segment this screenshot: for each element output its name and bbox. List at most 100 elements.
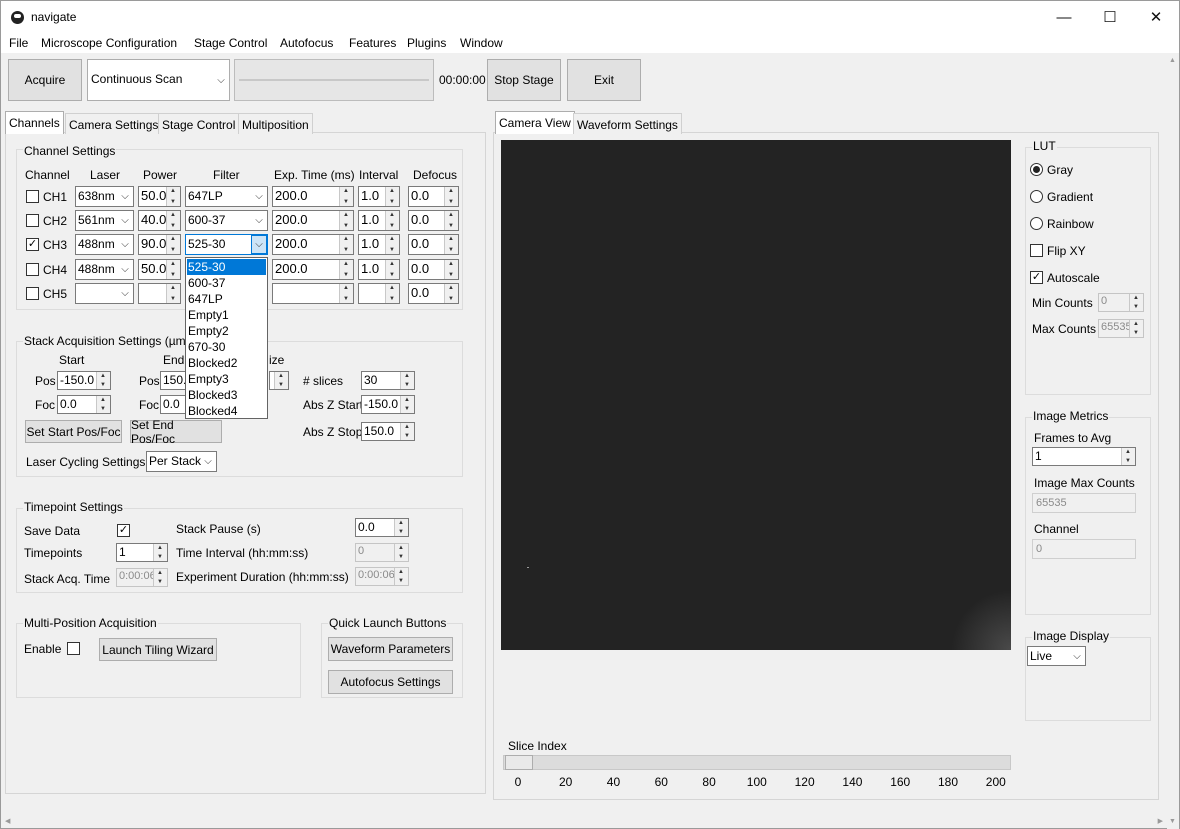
ch3-filter-select[interactable]: 525-30 ⌵ [185, 234, 268, 255]
save-data-checkbox[interactable]: ✓ [117, 524, 130, 537]
menu-autofocus[interactable]: Autofocus [280, 36, 333, 50]
ch2-defocus-spinbox[interactable]: 0.0 [408, 210, 459, 231]
ch2-filter-select[interactable]: 600-37 ⌵ [185, 210, 268, 231]
minimize-button[interactable]: — [1041, 1, 1087, 33]
ch2-laser-select[interactable]: 561nm ⌵ [75, 210, 134, 231]
ch3-interval-spinbox[interactable]: 1.0 [358, 234, 400, 255]
ch3-defocus-spinbox[interactable]: 0.0 [408, 234, 459, 255]
ch4-defocus-spinbox[interactable]: 0.0 [408, 259, 459, 280]
maximize-button[interactable]: ☐ [1087, 1, 1133, 33]
scroll-right-icon[interactable]: ▶ [1158, 817, 1163, 825]
waveform-parameters-button[interactable]: Waveform Parameters [328, 637, 453, 661]
filter-option[interactable]: Empty2 [187, 323, 266, 339]
spin-arrows-icon[interactable] [96, 396, 110, 413]
stack-pause-spinbox[interactable]: 0.0 [355, 518, 409, 537]
spin-arrows-icon[interactable] [96, 372, 110, 389]
filter-option[interactable]: 525-30 [187, 259, 266, 275]
spin-arrows-icon[interactable] [385, 235, 399, 254]
ch2-interval-spinbox[interactable]: 1.0 [358, 210, 400, 231]
spin-arrows-icon[interactable] [385, 211, 399, 230]
scroll-left-icon[interactable]: ◀ [5, 817, 10, 825]
spin-arrows-icon[interactable] [339, 260, 353, 279]
filter-option[interactable]: Blocked4 [187, 403, 266, 419]
spin-arrows-icon[interactable] [1121, 448, 1135, 465]
filter-option[interactable]: Blocked3 [187, 387, 266, 403]
lut-rainbow-radio[interactable] [1030, 217, 1043, 230]
stop-stage-button[interactable]: Stop Stage [487, 59, 561, 101]
menu-stage-control[interactable]: Stage Control [194, 36, 267, 50]
menu-features[interactable]: Features [349, 36, 396, 50]
enable-multiposition-checkbox[interactable] [67, 642, 80, 655]
ch3-laser-select[interactable]: 488nm ⌵ [75, 234, 134, 255]
tab-stage-control[interactable]: Stage Control [158, 113, 240, 134]
spin-arrows-icon[interactable] [339, 235, 353, 254]
slices-spinbox[interactable]: 30 [361, 371, 415, 390]
spin-arrows-icon[interactable] [339, 211, 353, 230]
filter-option[interactable]: 600-37 [187, 275, 266, 291]
spin-arrows-icon[interactable] [166, 260, 180, 279]
spin-arrows-icon[interactable] [394, 519, 408, 536]
spin-arrows-icon[interactable] [153, 544, 167, 561]
slider-handle[interactable] [505, 755, 533, 770]
ch1-exp-spinbox[interactable]: 200.0 [272, 186, 354, 207]
ch1-filter-select[interactable]: 647LP ⌵ [185, 186, 268, 207]
exit-button[interactable]: Exit [567, 59, 641, 101]
ch1-defocus-spinbox[interactable]: 0.0 [408, 186, 459, 207]
spin-arrows-icon[interactable] [444, 260, 458, 279]
filter-option[interactable]: 670-30 [187, 339, 266, 355]
ch5-defocus-spinbox[interactable]: 0.0 [408, 283, 459, 304]
frames-to-avg-spinbox[interactable]: 1 [1032, 447, 1136, 466]
menu-microscope-configuration[interactable]: Microscope Configuration [41, 36, 177, 50]
set-end-pos-button[interactable]: Set End Pos/Foc [130, 418, 222, 446]
flip-xy-checkbox[interactable] [1030, 244, 1043, 257]
ch1-checkbox[interactable] [26, 190, 39, 203]
ch1-power-spinbox[interactable]: 50.0 [138, 186, 181, 207]
ch2-checkbox[interactable] [26, 214, 39, 227]
ch3-exp-spinbox[interactable]: 200.0 [272, 234, 354, 255]
spin-arrows-icon[interactable] [339, 284, 353, 303]
tab-camera-settings[interactable]: Camera Settings [65, 113, 163, 134]
spin-arrows-icon[interactable] [444, 187, 458, 206]
spin-arrows-icon[interactable] [385, 284, 399, 303]
scroll-down-icon[interactable]: ▼ [1169, 818, 1176, 825]
ch2-exp-spinbox[interactable]: 200.0 [272, 210, 354, 231]
spin-arrows-icon[interactable] [166, 211, 180, 230]
set-start-pos-button[interactable]: Set Start Pos/Foc [25, 420, 122, 443]
filter-option[interactable]: Blocked2 [187, 355, 266, 371]
ch3-power-spinbox[interactable]: 90.0 [138, 234, 181, 255]
slice-index-slider[interactable] [503, 755, 1011, 770]
autoscale-checkbox[interactable]: ✓ [1030, 271, 1043, 284]
abs-z-stop-spinbox[interactable]: 150.0 [361, 422, 415, 441]
acquire-button[interactable]: Acquire [8, 59, 82, 101]
acquisition-mode-select[interactable]: Continuous Scan ⌵ [87, 59, 230, 101]
spin-arrows-icon[interactable] [400, 423, 414, 440]
step-size-spinbox[interactable] [269, 371, 289, 390]
spin-arrows-icon[interactable] [385, 260, 399, 279]
close-button[interactable]: ✕ [1133, 1, 1179, 33]
spin-arrows-icon[interactable] [166, 187, 180, 206]
menu-window[interactable]: Window [460, 36, 503, 50]
scroll-up-icon[interactable]: ▲ [1169, 57, 1176, 64]
ch5-exp-spinbox[interactable] [272, 283, 354, 304]
camera-image-canvas[interactable] [501, 140, 1011, 650]
ch4-exp-spinbox[interactable]: 200.0 [272, 259, 354, 280]
spin-arrows-icon[interactable] [444, 211, 458, 230]
tab-multiposition[interactable]: Multiposition [238, 113, 313, 134]
filter-option[interactable]: Empty3 [187, 371, 266, 387]
menu-plugins[interactable]: Plugins [407, 36, 446, 50]
image-display-select[interactable]: Live ⌵ [1027, 646, 1086, 666]
spin-arrows-icon[interactable] [274, 372, 288, 389]
spin-arrows-icon[interactable] [400, 372, 414, 389]
ch5-power-spinbox[interactable] [138, 283, 181, 304]
ch5-checkbox[interactable] [26, 287, 39, 300]
spin-arrows-icon[interactable] [400, 396, 414, 413]
ch1-interval-spinbox[interactable]: 1.0 [358, 186, 400, 207]
menu-file[interactable]: File [9, 36, 28, 50]
launch-tiling-wizard-button[interactable]: Launch Tiling Wizard [99, 638, 217, 661]
ch1-laser-select[interactable]: 638nm ⌵ [75, 186, 134, 207]
lut-gradient-radio[interactable] [1030, 190, 1043, 203]
spin-arrows-icon[interactable] [339, 187, 353, 206]
autofocus-settings-button[interactable]: Autofocus Settings [328, 670, 453, 694]
tab-waveform-settings[interactable]: Waveform Settings [573, 113, 682, 134]
horizontal-scrollbar[interactable]: ◀ ▶ [1, 815, 1167, 828]
